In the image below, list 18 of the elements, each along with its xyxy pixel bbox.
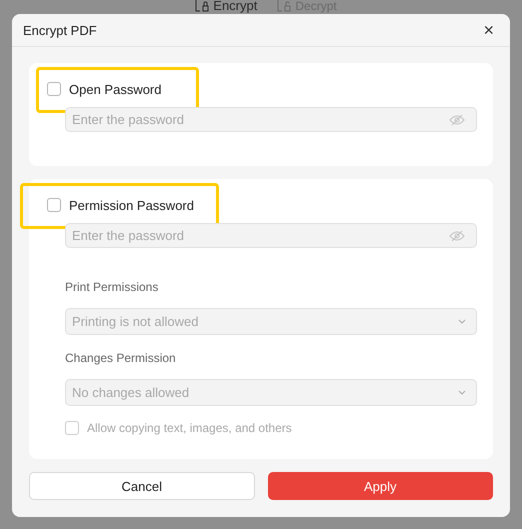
checkbox-label: Allow copying text, images, and others [87,421,292,435]
checkbox[interactable] [47,198,61,212]
field-label: Changes Permission [65,351,177,365]
checkbox-label: Open Password [69,82,162,96]
eye-slash-icon[interactable] [449,114,465,126]
tab[interactable]: Encrypt [195,0,258,13]
dialog-title: Encrypt PDF [23,22,97,38]
chevron-down-icon [458,319,466,324]
eye-slash-icon[interactable] [449,230,465,242]
cancel-button[interactable]: Cancel [29,472,254,500]
unlock-icon [277,0,292,12]
lock-icon [195,0,210,12]
checkbox[interactable] [47,82,61,96]
field-label: Print Permissions [65,280,160,294]
chevron-down-icon [458,390,466,395]
checkbox-label: Permission Password [69,198,194,212]
apply-button[interactable]: Apply [268,472,493,500]
close-button[interactable]: × [483,21,494,39]
